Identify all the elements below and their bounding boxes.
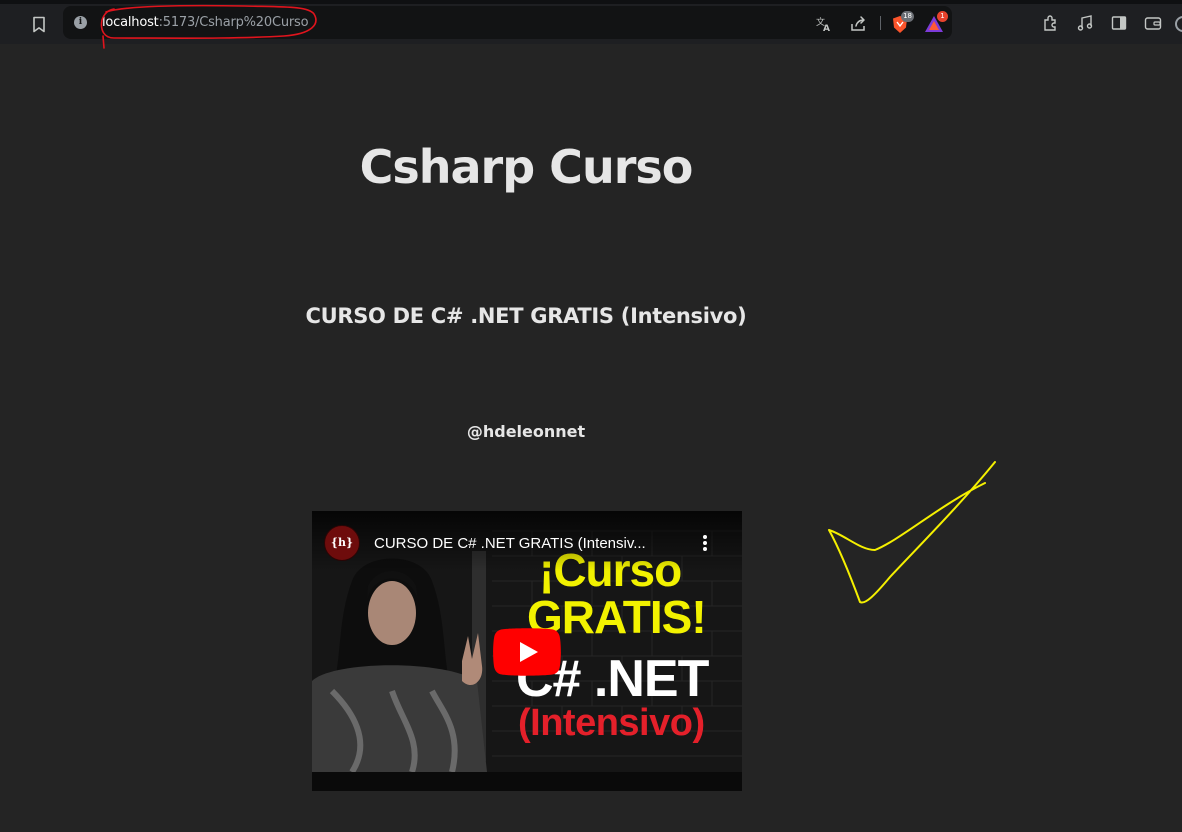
sidebar-icon[interactable] (1109, 13, 1129, 33)
url-path: :5173/Csharp%20Curso (158, 15, 309, 30)
checkmark-annotation (828, 461, 996, 604)
extensions-icon[interactable] (1041, 13, 1061, 33)
video-header: {h} CURSO DE C# .NET GRATIS (Intensiv... (312, 511, 742, 571)
browser-toolbar: i localhost:5173/Csharp%20Curso 文A 18 1 (0, 0, 1182, 49)
music-note-icon[interactable] (1075, 13, 1095, 33)
shields-badge: 18 (901, 11, 914, 22)
thumbnail-text-intensivo: (Intensivo) (518, 702, 705, 744)
author-handle: @hdeleonnet (466, 422, 586, 441)
channel-avatar[interactable]: {h} (324, 525, 360, 561)
youtube-embed[interactable]: ¡Curso GRATIS! C# .NET (Intensivo) {h} C… (312, 511, 742, 791)
svg-text:A: A (823, 24, 830, 33)
brave-shields-icon[interactable]: 18 (890, 11, 914, 34)
wallet-icon[interactable] (1143, 13, 1163, 33)
rewards-badge: 1 (937, 11, 948, 22)
url-text[interactable]: localhost:5173/Csharp%20Curso (102, 15, 309, 30)
page-title: Csharp Curso (359, 140, 694, 194)
brave-rewards-icon[interactable]: 1 (924, 11, 948, 34)
presenter-image (312, 558, 487, 772)
profile-icon[interactable] (1175, 16, 1182, 32)
share-icon[interactable] (848, 14, 868, 34)
url-host: localhost (102, 15, 159, 30)
info-icon[interactable]: i (74, 16, 87, 29)
bookmark-icon[interactable] (28, 13, 50, 35)
address-bar[interactable]: i localhost:5173/Csharp%20Curso 文A (63, 4, 952, 49)
toolbar-divider (880, 16, 881, 30)
video-title[interactable]: CURSO DE C# .NET GRATIS (Intensiv... (374, 535, 646, 552)
translate-icon[interactable]: 文A (814, 14, 834, 34)
more-options-icon[interactable] (698, 533, 712, 555)
play-button-icon[interactable] (493, 628, 561, 676)
course-title: CURSO DE C# .NET GRATIS (Intensivo) (305, 304, 747, 328)
